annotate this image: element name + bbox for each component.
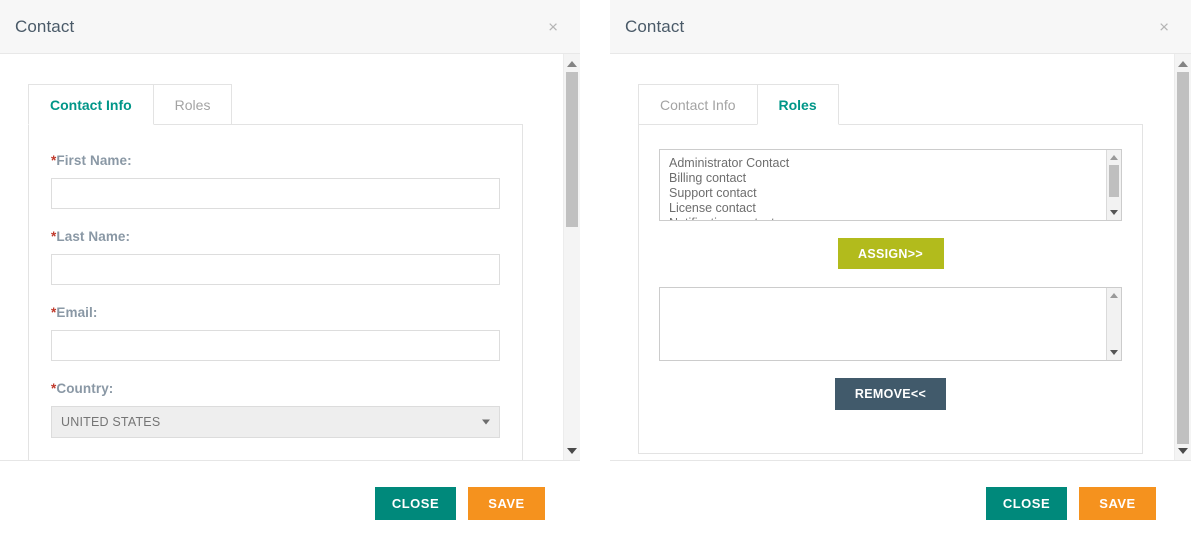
tab-contact-info[interactable]: Contact Info <box>28 84 154 125</box>
tab-contact-info[interactable]: Contact Info <box>638 84 758 125</box>
dialog-body-left: Contact Info Roles *First Name: *Last Na <box>0 54 580 460</box>
email-label: *Email: <box>51 305 500 320</box>
tab-contact-info-label: Contact Info <box>50 96 132 113</box>
assigned-roles-items <box>660 288 1106 360</box>
available-roles-listbox[interactable]: Administrator Contact Billing contact Su… <box>659 149 1122 221</box>
tablist-left: Contact Info Roles <box>28 84 563 125</box>
list-item[interactable]: Notification contact <box>669 216 1106 220</box>
tab-roles[interactable]: Roles <box>756 84 839 125</box>
field-country: *Country: UNITED STATES <box>29 381 522 438</box>
scrollbar-thumb[interactable] <box>1177 72 1189 444</box>
scroll-up-arrow-icon[interactable] <box>564 56 580 71</box>
assign-button[interactable]: ASSIGN>> <box>837 238 944 269</box>
assigned-roles-scrollbar[interactable] <box>1106 288 1121 360</box>
list-item[interactable]: Support contact <box>669 186 1106 201</box>
last-name-label-text: Last Name: <box>56 229 131 244</box>
last-name-label: *Last Name: <box>51 229 500 244</box>
close-button[interactable]: CLOSE <box>986 487 1067 520</box>
scroll-down-arrow-icon[interactable] <box>1107 206 1121 219</box>
contact-dialog-right: Contact × Contact Info Roles Administrat… <box>610 0 1191 546</box>
first-name-label-text: First Name: <box>56 153 132 168</box>
scroll-up-arrow-icon[interactable] <box>1107 289 1121 302</box>
save-button[interactable]: SAVE <box>1079 487 1156 520</box>
tab-roles-label: Roles <box>778 96 817 113</box>
dialog-scrollbar-right[interactable] <box>1174 54 1191 460</box>
email-input[interactable] <box>51 330 500 361</box>
tab-roles-label: Roles <box>174 96 211 113</box>
scroll-up-arrow-icon[interactable] <box>1107 151 1121 164</box>
screen: Contact × Contact Info Roles *First Name… <box>0 0 1191 546</box>
country-select-value: UNITED STATES <box>61 415 161 429</box>
close-icon[interactable]: × <box>1155 16 1173 37</box>
roles-panel: Administrator Contact Billing contact Su… <box>638 124 1143 454</box>
scroll-down-arrow-icon[interactable] <box>1175 443 1191 458</box>
tabs-wrap-left: Contact Info Roles *First Name: *Last Na <box>0 54 563 460</box>
scrollbar-thumb[interactable] <box>1109 165 1119 197</box>
page-title: Contact <box>15 16 75 36</box>
available-roles-items: Administrator Contact Billing contact Su… <box>660 150 1106 220</box>
chevron-down-icon <box>482 419 490 425</box>
list-item[interactable]: Billing contact <box>669 171 1106 186</box>
contact-dialog-left: Contact × Contact Info Roles *First Name… <box>0 0 580 546</box>
tabs-wrap-right: Contact Info Roles Administrator Contact… <box>610 54 1174 454</box>
list-item[interactable]: License contact <box>669 201 1106 216</box>
remove-button[interactable]: REMOVE<< <box>835 378 946 410</box>
dialog-footer-left: CLOSE SAVE <box>0 460 580 546</box>
country-label: *Country: <box>51 381 500 396</box>
last-name-input[interactable] <box>51 254 500 285</box>
country-label-text: Country: <box>56 381 114 396</box>
page-title: Contact <box>625 16 685 36</box>
field-email: *Email: <box>29 305 522 361</box>
available-roles-scrollbar[interactable] <box>1106 150 1121 220</box>
contact-info-panel: *First Name: *Last Name: *Email: *Countr… <box>28 124 523 460</box>
assigned-roles-listbox[interactable] <box>659 287 1122 361</box>
dialog-footer-right: CLOSE SAVE <box>610 460 1191 546</box>
dialog-content-right: Contact Info Roles Administrator Contact… <box>610 54 1174 460</box>
save-button[interactable]: SAVE <box>468 487 545 520</box>
tablist-right: Contact Info Roles <box>638 84 1174 125</box>
scrollbar-thumb[interactable] <box>566 72 578 227</box>
scroll-down-arrow-icon[interactable] <box>564 443 580 458</box>
country-select[interactable]: UNITED STATES <box>51 406 500 438</box>
dialog-header-left: Contact × <box>0 0 580 54</box>
close-button[interactable]: CLOSE <box>375 487 456 520</box>
dialog-content-left: Contact Info Roles *First Name: *Last Na <box>0 54 563 460</box>
list-item[interactable]: Administrator Contact <box>669 156 1106 171</box>
field-last-name: *Last Name: <box>29 229 522 285</box>
close-icon[interactable]: × <box>544 16 562 37</box>
scroll-down-arrow-icon[interactable] <box>1107 346 1121 359</box>
tab-roles[interactable]: Roles <box>152 84 233 125</box>
dialog-scrollbar-left[interactable] <box>563 54 580 460</box>
field-first-name: *First Name: <box>29 153 522 209</box>
first-name-label: *First Name: <box>51 153 500 168</box>
remove-button-row: REMOVE<< <box>659 361 1122 428</box>
roles-inner: Administrator Contact Billing contact Su… <box>639 149 1142 428</box>
assign-button-row: ASSIGN>> <box>659 221 1122 287</box>
dialog-body-right: Contact Info Roles Administrator Contact… <box>610 54 1191 460</box>
scroll-up-arrow-icon[interactable] <box>1175 56 1191 71</box>
dialog-header-right: Contact × <box>610 0 1191 54</box>
tab-contact-info-label: Contact Info <box>660 96 736 113</box>
email-label-text: Email: <box>56 305 98 320</box>
first-name-input[interactable] <box>51 178 500 209</box>
